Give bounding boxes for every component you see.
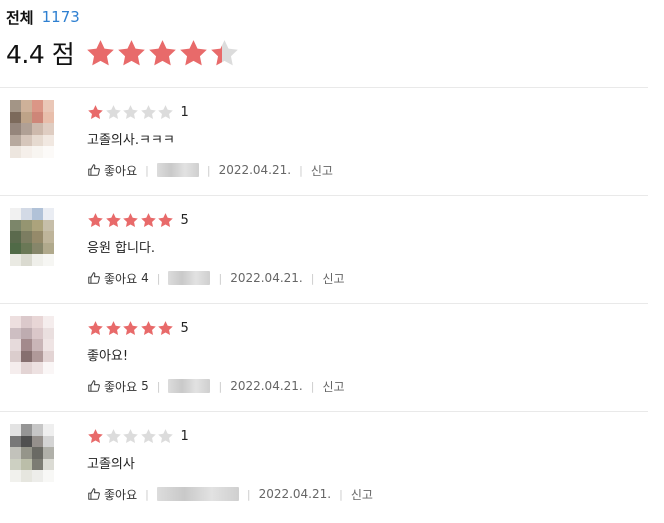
separator: | bbox=[218, 271, 223, 285]
separator: | bbox=[156, 379, 161, 393]
report-button[interactable]: 신고 bbox=[351, 486, 373, 503]
review-score: 1 bbox=[180, 428, 189, 444]
star-icon bbox=[140, 104, 157, 121]
avatar bbox=[10, 316, 54, 374]
blurred-username bbox=[168, 271, 211, 285]
review-score: 5 bbox=[180, 212, 189, 228]
separator: | bbox=[145, 487, 149, 501]
star-icon bbox=[157, 212, 174, 229]
star-icon bbox=[87, 104, 104, 121]
star-icon bbox=[140, 428, 157, 445]
review-meta: 좋아요 5 | | 2022.04.21. | 신고 bbox=[87, 376, 648, 396]
star-icon bbox=[105, 428, 122, 445]
like-button[interactable]: 좋아요 bbox=[87, 162, 137, 179]
review-list: 1 고졸의사.ㅋㅋㅋ 좋아요 | | 2022.04.21. | 신고 5 응원 합니다. 좋아요 4… bbox=[0, 87, 648, 519]
review-comment: 고졸의사 bbox=[87, 457, 135, 472]
average-rating: 4.4 점 bbox=[6, 34, 240, 72]
star-icon bbox=[105, 104, 122, 121]
report-button[interactable]: 신고 bbox=[322, 378, 344, 395]
review-date: 2022.04.21. bbox=[258, 487, 332, 501]
avatar bbox=[10, 208, 54, 266]
star-icon bbox=[116, 38, 147, 69]
thumbs-up-icon bbox=[87, 379, 101, 393]
star-icon bbox=[87, 212, 104, 229]
review-comment: 응원 합니다. bbox=[87, 241, 156, 256]
thumbs-up-icon bbox=[87, 487, 101, 501]
star-icon bbox=[147, 38, 178, 69]
avatar bbox=[10, 424, 54, 482]
review-stars: 1 bbox=[87, 102, 648, 122]
total-label: 전체 bbox=[6, 8, 34, 27]
average-score: 4.4 점 bbox=[6, 40, 75, 69]
review-stars: 5 bbox=[87, 318, 648, 338]
star-icon bbox=[157, 320, 174, 337]
review-score: 1 bbox=[180, 104, 189, 120]
like-button[interactable]: 좋아요 4 bbox=[87, 270, 149, 287]
star-icon bbox=[85, 38, 116, 69]
average-stars bbox=[85, 38, 240, 69]
review-meta: 좋아요 | | 2022.04.21. | 신고 bbox=[87, 160, 648, 180]
separator: | bbox=[310, 379, 315, 393]
like-count: 4 bbox=[141, 271, 149, 285]
thumbs-up-icon bbox=[87, 163, 101, 177]
review-summary-header: 전체 1173 bbox=[6, 6, 80, 28]
star-icon bbox=[105, 212, 122, 229]
like-label: 좋아요 bbox=[104, 271, 138, 286]
review-item: 5 응원 합니다. 좋아요 4 | | 2022.04.21. | 신고 bbox=[0, 195, 648, 303]
star-icon bbox=[87, 320, 104, 337]
star-icon bbox=[122, 428, 139, 445]
review-comment: 고졸의사.ㅋㅋㅋ bbox=[87, 133, 175, 148]
total-review-count: 1173 bbox=[41, 8, 80, 26]
star-icon bbox=[157, 428, 174, 445]
like-button[interactable]: 좋아요 5 bbox=[87, 378, 149, 395]
thumbs-up-icon bbox=[87, 271, 101, 285]
separator: | bbox=[310, 271, 315, 285]
like-label: 좋아요 bbox=[104, 487, 138, 502]
review-item: 1 고졸의사좋아요 | | 2022.04.21. | 신고 bbox=[0, 411, 648, 519]
star-icon bbox=[87, 428, 104, 445]
review-item: 5 좋아요! 좋아요 5 | | 2022.04.21. | 신고 bbox=[0, 303, 648, 411]
review-date: 2022.04.21. bbox=[218, 163, 292, 177]
star-icon bbox=[140, 320, 157, 337]
separator: | bbox=[299, 163, 303, 177]
blurred-username bbox=[156, 487, 239, 501]
star-icon bbox=[157, 104, 174, 121]
review-score: 5 bbox=[180, 320, 189, 336]
review-item: 1 고졸의사.ㅋㅋㅋ 좋아요 | | 2022.04.21. | 신고 bbox=[0, 87, 648, 195]
star-icon bbox=[209, 38, 240, 69]
separator: | bbox=[206, 163, 211, 177]
review-date: 2022.04.21. bbox=[230, 379, 303, 393]
like-count: 5 bbox=[141, 379, 149, 393]
star-icon bbox=[178, 38, 209, 69]
review-comment: 좋아요! bbox=[87, 349, 129, 364]
like-label: 좋아요 bbox=[104, 163, 138, 178]
avatar bbox=[10, 100, 54, 158]
star-icon bbox=[122, 320, 139, 337]
separator: | bbox=[156, 271, 161, 285]
separator: | bbox=[339, 487, 343, 501]
review-date: 2022.04.21. bbox=[230, 271, 303, 285]
report-button[interactable]: 신고 bbox=[322, 270, 344, 287]
star-icon bbox=[122, 212, 139, 229]
star-icon bbox=[140, 212, 157, 229]
review-stars: 1 bbox=[87, 426, 648, 446]
report-button[interactable]: 신고 bbox=[311, 162, 333, 179]
blurred-username bbox=[168, 379, 211, 393]
review-meta: 좋아요 | | 2022.04.21. | 신고 bbox=[87, 484, 648, 504]
like-label: 좋아요 bbox=[104, 379, 138, 394]
review-meta: 좋아요 4 | | 2022.04.21. | 신고 bbox=[87, 268, 648, 288]
blurred-username bbox=[156, 163, 199, 177]
star-icon bbox=[105, 320, 122, 337]
like-button[interactable]: 좋아요 bbox=[87, 486, 137, 503]
review-stars: 5 bbox=[87, 210, 648, 230]
separator: | bbox=[145, 163, 149, 177]
star-icon bbox=[122, 104, 139, 121]
separator: | bbox=[218, 379, 223, 393]
separator: | bbox=[246, 487, 251, 501]
